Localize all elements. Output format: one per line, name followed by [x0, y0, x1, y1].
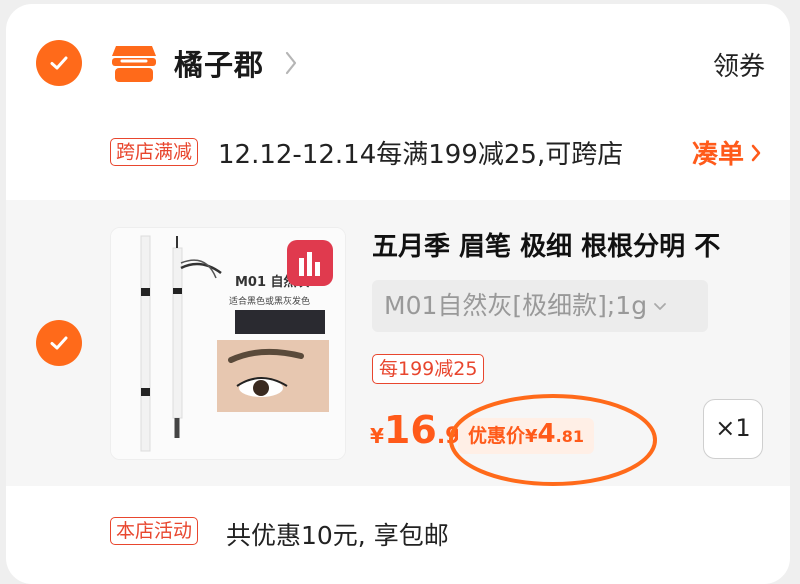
- product-image[interactable]: M01 自然灰 适合黑色或黑灰发色: [110, 227, 346, 460]
- image-desc-text: 适合黑色或黑灰发色: [229, 295, 310, 307]
- chevron-right-icon[interactable]: [283, 50, 299, 76]
- combine-order-button[interactable]: 凑单: [692, 134, 762, 171]
- checkmark-icon: [50, 336, 68, 350]
- item-select-checkbox[interactable]: [36, 320, 82, 366]
- shop-name[interactable]: 橘子郡: [174, 42, 264, 84]
- quantity-button[interactable]: ×1: [703, 399, 763, 459]
- get-coupon-button[interactable]: 领券: [713, 46, 765, 83]
- shop-select-checkbox[interactable]: [36, 40, 82, 86]
- chevron-right-icon: [751, 144, 761, 161]
- combine-order-label: 凑单: [691, 140, 744, 170]
- product-title[interactable]: 五月季 眉笔 极细 根根分明 不: [372, 226, 790, 263]
- price-currency: ¥: [370, 424, 384, 448]
- cart-shop-card: 橘子郡 领券 跨店满减 12.12-12.14每满199减25,可跨店 凑单 M…: [6, 4, 790, 584]
- price-integer: 16: [383, 408, 437, 452]
- shop-store-icon: [112, 46, 156, 82]
- store-activity-text: 共优惠10元, 享包邮: [226, 521, 449, 550]
- promo-text: 12.12-12.14每满199减25,可跨店: [218, 140, 624, 170]
- sku-label: M01自然灰[极细款];1g: [384, 291, 648, 320]
- annotation-circle: [449, 394, 657, 486]
- full-reduction-badge: 每199减25: [372, 354, 485, 384]
- sku-selector[interactable]: M01自然灰[极细款];1g: [372, 280, 708, 332]
- chevron-down-icon: [654, 303, 666, 310]
- checkmark-icon: [50, 56, 68, 70]
- shop-header: 橘子郡 领券: [6, 4, 790, 124]
- store-activity-tag: 本店活动: [110, 517, 199, 545]
- product-photo: M01 自然灰 适合黑色或黑灰发色: [111, 228, 345, 459]
- cross-store-discount-tag: 跨店满减: [110, 138, 199, 166]
